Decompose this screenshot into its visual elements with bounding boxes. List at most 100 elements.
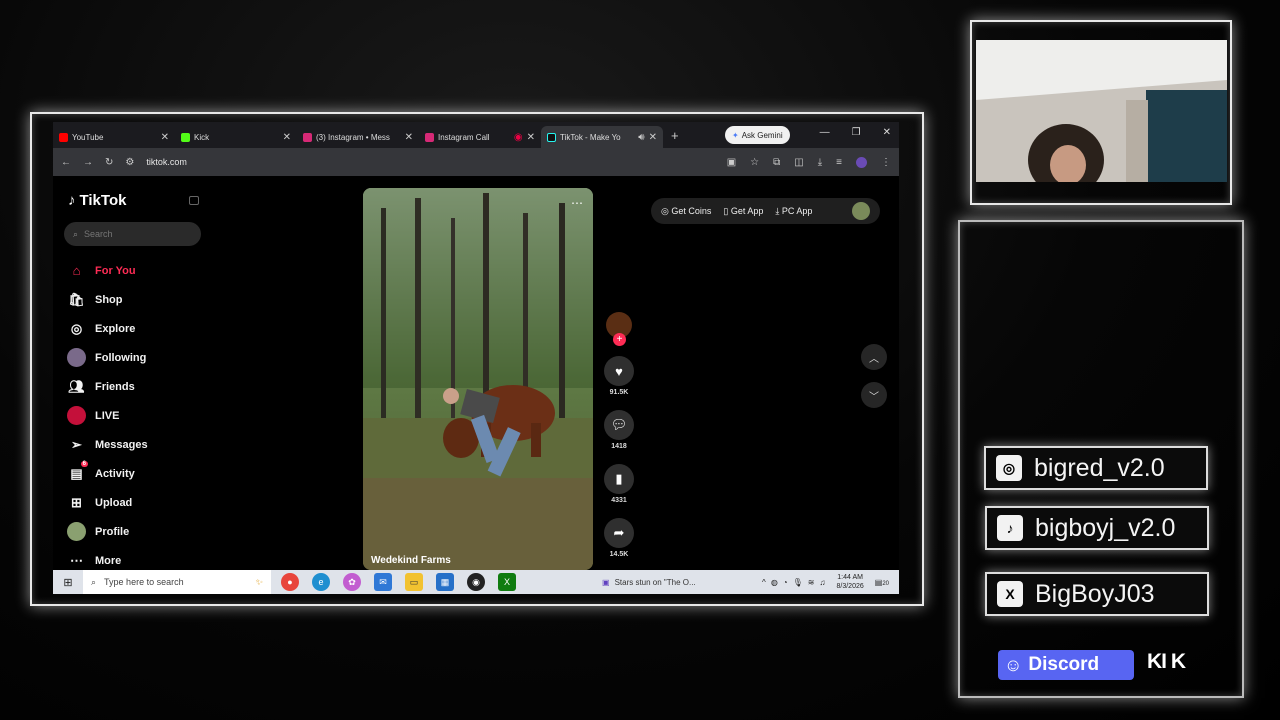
- bookmark-icon[interactable]: ▮: [604, 464, 634, 494]
- save-action: ▮ 4331: [604, 464, 634, 504]
- site-info-icon[interactable]: ⚙︎: [125, 157, 134, 168]
- wifi-icon[interactable]: ≋: [808, 578, 815, 587]
- browser-menu-icon[interactable]: ⋮: [881, 157, 891, 168]
- get-app-label: Get App: [730, 205, 764, 216]
- user-avatar[interactable]: [852, 202, 870, 220]
- sidebar-item-profile[interactable]: Profile: [67, 517, 217, 546]
- split-view-icon[interactable]: ◫: [794, 157, 803, 168]
- video-player[interactable]: ⋯ Wedekind Farms: [363, 188, 593, 570]
- sidebar-item-label: Activity: [95, 467, 135, 480]
- profile-avatar-icon[interactable]: [856, 156, 867, 168]
- activity-badge: 6: [80, 461, 88, 467]
- minimize-button[interactable]: —: [820, 127, 830, 138]
- pc-app-button[interactable]: ⤓ PC App: [775, 206, 812, 217]
- share-icon[interactable]: ➦: [604, 518, 634, 548]
- close-icon[interactable]: ✕: [405, 132, 413, 143]
- coin-icon: ◎: [661, 205, 672, 216]
- sidebar-item-activity[interactable]: ▤ 6 Activity: [67, 459, 217, 488]
- tiktok-logo[interactable]: ♪ TikTok: [68, 192, 126, 209]
- start-button[interactable]: ⊞: [53, 576, 83, 589]
- sidebar-item-friends[interactable]: 👥︎ Friends: [67, 372, 217, 401]
- collapse-sidebar-icon[interactable]: [189, 196, 199, 205]
- chrome-icon[interactable]: ●: [281, 573, 299, 591]
- close-icon[interactable]: ✕: [283, 132, 291, 143]
- sidebar-item-upload[interactable]: ⊞ Upload: [67, 488, 217, 517]
- close-window-button[interactable]: ✕: [883, 127, 891, 138]
- taskbar-search[interactable]: ⌕ Type here to search ✨︎: [83, 570, 271, 594]
- video-options-icon[interactable]: ⋯: [571, 196, 583, 210]
- close-icon[interactable]: ✕: [527, 132, 535, 143]
- sidebar-item-messages[interactable]: ➢ Messages: [67, 430, 217, 459]
- back-button[interactable]: ←: [61, 157, 71, 168]
- sidebar-item-for-you[interactable]: ⌂ For You: [67, 256, 217, 285]
- tab-instagram-call[interactable]: Instagram Call ◉ ✕: [419, 126, 541, 148]
- news-widget[interactable]: ▣ Stars stun on "The O...: [602, 578, 696, 587]
- x-handle: X BigBoyJ03: [985, 572, 1209, 616]
- store-icon[interactable]: ▦: [436, 573, 454, 591]
- tab-instagram[interactable]: (3) Instagram • Mess ✕: [297, 126, 419, 148]
- notification-icon[interactable]: ▤20: [875, 578, 889, 587]
- sidebar-item-explore[interactable]: ◎ Explore: [67, 314, 217, 343]
- tab-label: Kick: [194, 132, 210, 142]
- chevron-down-icon[interactable]: ﹀: [861, 382, 887, 408]
- reload-button[interactable]: ↻: [105, 157, 113, 168]
- clock[interactable]: 1:44 AM 8/3/2026: [837, 573, 864, 591]
- network-icon[interactable]: ◔: [783, 578, 788, 587]
- edge-icon[interactable]: e: [312, 573, 330, 591]
- search-input[interactable]: [84, 229, 185, 239]
- sidebar-item-label: For You: [95, 264, 136, 277]
- restore-button[interactable]: ❐: [852, 127, 861, 138]
- tab-label: TikTok - Make Yo: [560, 132, 621, 142]
- get-app-button[interactable]: ▯ Get App: [723, 206, 763, 217]
- get-coins-button[interactable]: ◎ Get Coins: [661, 206, 711, 217]
- speaker-icon[interactable]: ♫: [820, 578, 826, 587]
- mail-icon[interactable]: ✉: [374, 573, 392, 591]
- windows-icon: ⊞: [63, 576, 73, 589]
- bookmark-star-icon[interactable]: ☆: [750, 157, 759, 168]
- url-field[interactable]: tiktok.com: [146, 157, 187, 167]
- live-icon: [67, 406, 86, 425]
- tab-kick[interactable]: Kick ✕: [175, 126, 297, 148]
- reading-list-icon[interactable]: ≡: [836, 157, 842, 168]
- file-explorer-icon[interactable]: ▭: [405, 573, 423, 591]
- forward-button[interactable]: →: [83, 157, 93, 168]
- comment-count: 1418: [611, 443, 627, 450]
- address-bar: ← → ↻ ⚙︎ tiktok.com ▣ ☆ ⧉ ◫ ⤓ ≡ ⋮: [53, 148, 899, 176]
- ask-gemini-button[interactable]: ✦ Ask Gemini: [725, 126, 790, 144]
- pc-app-label: PC App: [781, 205, 813, 216]
- sidebar-item-following[interactable]: Following: [67, 343, 217, 372]
- copilot-icon[interactable]: ✿: [343, 573, 361, 591]
- tab-tiktok[interactable]: TikTok - Make Yo 🔊︎ ✕: [541, 126, 663, 148]
- sidebar-item-live[interactable]: LIVE: [67, 401, 217, 430]
- like-action: ♥ 91.5K: [604, 356, 634, 396]
- cast-icon[interactable]: ▣: [727, 157, 736, 168]
- sidebar-item-label: More: [95, 554, 122, 567]
- obs-icon[interactable]: ◉: [467, 573, 485, 591]
- sidebar-item-shop[interactable]: 🛍︎ Shop: [67, 285, 217, 314]
- download-icon[interactable]: ⤓: [818, 157, 822, 168]
- xbox-icon[interactable]: X: [498, 573, 516, 591]
- mic-icon[interactable]: 🎙︎: [793, 578, 803, 587]
- heart-icon[interactable]: ♥: [604, 356, 634, 386]
- tab-youtube[interactable]: YouTube ✕: [53, 126, 175, 148]
- follow-plus-icon[interactable]: +: [613, 333, 626, 346]
- extensions-icon[interactable]: ⧉: [773, 157, 780, 168]
- speaker-icon[interactable]: 🔊︎: [638, 132, 644, 143]
- instagram-icon: [425, 132, 434, 142]
- comment-icon[interactable]: 💬︎: [604, 410, 634, 440]
- tray-overflow-icon[interactable]: ^: [762, 578, 766, 587]
- video-caption[interactable]: Wedekind Farms: [371, 555, 451, 566]
- instagram-icon: ◎: [996, 455, 1022, 481]
- tiktok-handle: ♪ bigboyj_v2.0: [985, 506, 1209, 550]
- sidebar-item-label: Explore: [95, 322, 136, 335]
- new-tab-button[interactable]: +: [671, 128, 679, 143]
- tab-label: Instagram Call: [438, 132, 490, 142]
- close-icon[interactable]: ✕: [649, 132, 657, 143]
- news-icon: ▣: [602, 577, 610, 587]
- sidebar-item-label: Shop: [95, 293, 123, 306]
- close-icon[interactable]: ✕: [161, 132, 169, 143]
- chevron-up-icon[interactable]: ︿: [861, 344, 887, 370]
- creator-avatar[interactable]: +: [606, 312, 632, 346]
- x-icon: X: [997, 581, 1023, 607]
- volume-icon[interactable]: ◍: [771, 578, 778, 587]
